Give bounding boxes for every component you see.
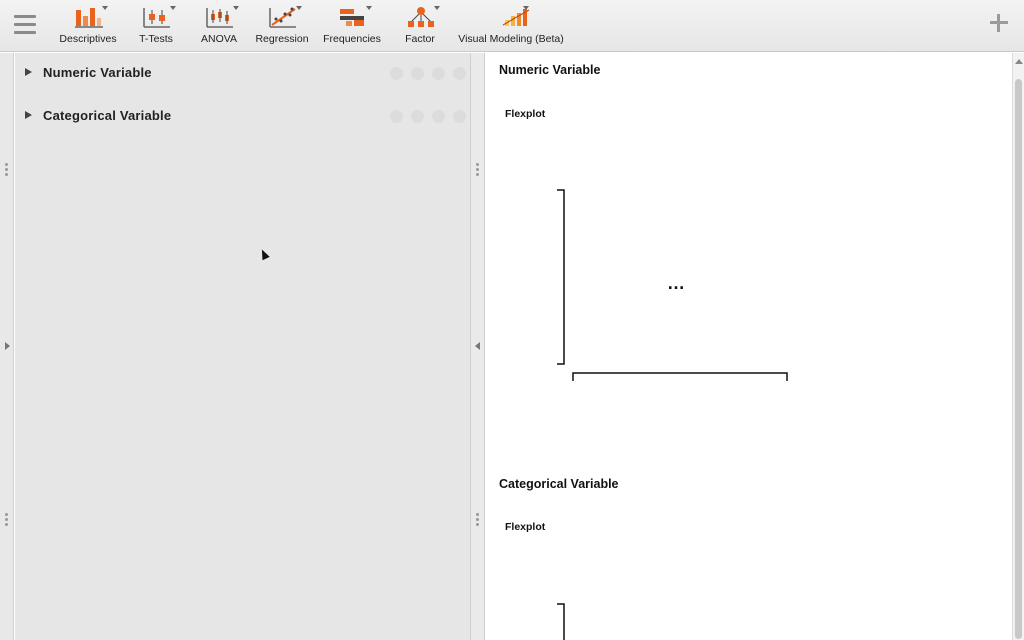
- info-icon[interactable]: [432, 110, 445, 123]
- edit-title-icon[interactable]: [390, 110, 403, 123]
- mouse-cursor-icon: [258, 247, 270, 261]
- analysis-title: Numeric Variable: [43, 65, 152, 80]
- factor-icon: [400, 4, 440, 30]
- descriptives-button[interactable]: Descriptives: [56, 4, 120, 48]
- analyses-panel: Numeric Variable Categorical Variable: [15, 53, 470, 640]
- visual-modeling-icon: [483, 4, 539, 30]
- drag-handle-icon[interactable]: [476, 513, 480, 527]
- drag-handle-icon[interactable]: [476, 163, 480, 177]
- result-heading: Categorical Variable: [499, 477, 619, 491]
- close-icon[interactable]: [453, 67, 466, 80]
- data-panel-edge[interactable]: [0, 53, 14, 640]
- visual-modeling-button[interactable]: Visual Modeling (Beta): [456, 4, 566, 48]
- anova-label: ANOVA: [201, 33, 237, 45]
- expand-data-icon[interactable]: [5, 342, 10, 350]
- scroll-up-icon[interactable]: [1015, 59, 1023, 64]
- t-tests-icon: [136, 4, 176, 30]
- descriptives-icon: [68, 4, 108, 30]
- result-heading: Numeric Variable: [499, 63, 601, 77]
- collapse-results-icon[interactable]: [475, 342, 480, 350]
- panel-splitter[interactable]: [470, 53, 485, 640]
- regression-icon: [262, 4, 302, 30]
- plot-title: Flexplot: [505, 521, 546, 533]
- expand-arrow-icon[interactable]: [25, 68, 32, 76]
- expand-arrow-icon[interactable]: [25, 111, 32, 119]
- duplicate-icon[interactable]: [411, 67, 424, 80]
- plot-placeholder: …: [557, 189, 788, 381]
- frequencies-label: Frequencies: [323, 33, 381, 45]
- anova-button[interactable]: ANOVA: [196, 4, 242, 48]
- frequencies-icon: [332, 4, 372, 30]
- add-module-icon[interactable]: [990, 14, 1008, 32]
- close-icon[interactable]: [453, 110, 466, 123]
- menu-icon[interactable]: [14, 15, 36, 35]
- factor-label: Factor: [405, 33, 435, 45]
- analysis-actions: [382, 67, 466, 81]
- factor-button[interactable]: Factor: [398, 4, 442, 48]
- analysis-actions: [382, 110, 466, 124]
- scrollbar-thumb[interactable]: [1015, 79, 1022, 639]
- frequencies-button[interactable]: Frequencies: [320, 4, 384, 48]
- analysis-item-categorical[interactable]: Categorical Variable: [15, 96, 470, 136]
- drag-handle-icon[interactable]: [5, 163, 9, 177]
- regression-label: Regression: [255, 33, 309, 45]
- results-scrollbar[interactable]: [1012, 53, 1024, 640]
- duplicate-icon[interactable]: [411, 110, 424, 123]
- anova-icon: [199, 4, 239, 30]
- drag-handle-icon[interactable]: [5, 513, 9, 527]
- t-tests-button[interactable]: T-Tests: [134, 4, 178, 48]
- descriptives-label: Descriptives: [59, 33, 117, 45]
- visual-modeling-label: Visual Modeling (Beta): [458, 33, 564, 45]
- plot-title: Flexplot: [505, 108, 546, 120]
- ribbon-toolbar: Descriptives T-Tests ANOVA Regression Fr…: [0, 0, 1024, 52]
- analysis-title: Categorical Variable: [43, 108, 172, 123]
- info-icon[interactable]: [432, 67, 445, 80]
- plot-placeholder: [557, 603, 565, 640]
- regression-button[interactable]: Regression: [252, 4, 312, 48]
- results-panel: Numeric Variable Flexplot … Categorical …: [485, 53, 1012, 640]
- edit-title-icon[interactable]: [390, 67, 403, 80]
- t-tests-label: T-Tests: [139, 33, 173, 45]
- loading-indicator: …: [667, 273, 685, 293]
- analysis-item-numeric[interactable]: Numeric Variable: [15, 53, 470, 93]
